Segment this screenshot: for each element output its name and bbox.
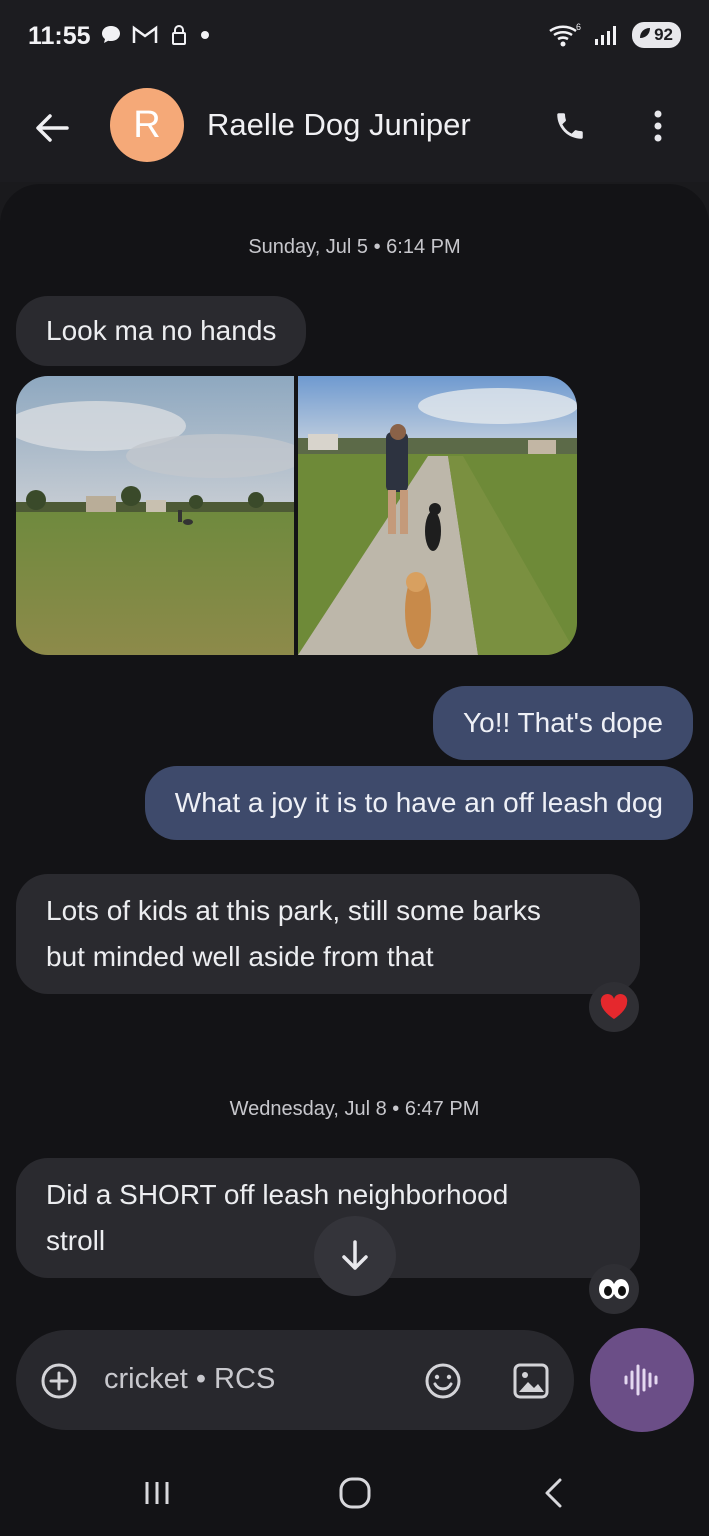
gallery-button[interactable] — [512, 1362, 550, 1405]
outgoing-message[interactable]: Yo!! That's dope — [433, 686, 693, 760]
message-input[interactable]: cricket • RCS — [104, 1363, 275, 1396]
incoming-message[interactable]: Look ma no hands — [16, 296, 307, 366]
status-bar: 11:55 6 92 — [0, 0, 709, 78]
emoji-icon — [425, 1363, 461, 1399]
date-separator: Sunday, Jul 5 • 6:14 PM — [248, 236, 461, 258]
signal-icon — [595, 26, 617, 45]
emoji-button[interactable] — [424, 1362, 462, 1405]
add-circle-icon — [41, 1363, 77, 1399]
chat-icon — [102, 26, 120, 43]
home-button[interactable] — [325, 1468, 385, 1518]
back-nav-button[interactable] — [524, 1468, 584, 1518]
wifi-badge: 6 — [576, 22, 581, 32]
contact-avatar[interactable]: R — [110, 88, 184, 162]
conversation-header: R Raelle Dog Juniper — [0, 78, 709, 182]
compose-bar: cricket • RCS — [16, 1330, 574, 1430]
message-line: Lots of kids at this park, still some ba… — [46, 895, 541, 926]
park-photo — [16, 376, 294, 655]
phone-icon — [557, 113, 583, 139]
photo-attachment[interactable] — [16, 376, 294, 655]
chevron-left-icon — [545, 1478, 562, 1508]
voice-message-button[interactable] — [590, 1328, 694, 1432]
lock-icon — [172, 25, 186, 45]
notification-icons — [100, 24, 210, 46]
battery-indicator: 92 — [632, 22, 681, 48]
system-icons: 6 92 — [548, 22, 681, 48]
reaction-badge[interactable] — [589, 1264, 639, 1314]
heart-icon — [600, 994, 628, 1019]
eyes-icon — [599, 1279, 629, 1299]
arrow-down-icon — [342, 1240, 368, 1270]
battery-level: 92 — [654, 25, 673, 44]
image-icon — [513, 1363, 549, 1399]
call-button[interactable] — [548, 104, 592, 148]
back-button[interactable] — [30, 106, 74, 150]
status-time: 11:55 — [28, 22, 91, 50]
scroll-to-bottom-button[interactable] — [314, 1216, 396, 1296]
photo-attachment[interactable] — [298, 376, 577, 655]
incoming-message[interactable]: Lots of kids at this park, still some ba… — [16, 874, 640, 994]
home-icon — [339, 1477, 371, 1509]
gmail-icon — [132, 25, 158, 43]
battery-saver-icon — [640, 28, 651, 38]
audio-waveform-icon — [624, 1364, 658, 1396]
add-attachment-button[interactable] — [40, 1362, 78, 1405]
wifi-icon: 6 — [549, 22, 581, 47]
outgoing-message[interactable]: What a joy it is to have an off leash do… — [144, 766, 693, 840]
more-vert-icon — [654, 110, 662, 142]
system-navigation-bar — [0, 1448, 709, 1536]
contact-name[interactable]: Raelle Dog Juniper — [207, 107, 471, 143]
date-separator: Wednesday, Jul 8 • 6:47 PM — [229, 1098, 480, 1120]
reaction-badge[interactable] — [589, 982, 639, 1032]
message-line: but minded well aside from that — [46, 941, 434, 972]
recent-apps-button[interactable] — [127, 1468, 187, 1518]
message-line: Did a SHORT off leash neighborhood — [46, 1179, 509, 1210]
more-options-button[interactable] — [636, 104, 680, 148]
sidewalk-photo — [298, 376, 577, 655]
arrow-back-icon — [36, 114, 69, 142]
recents-icon — [145, 1482, 169, 1504]
dot-icon — [201, 31, 209, 39]
